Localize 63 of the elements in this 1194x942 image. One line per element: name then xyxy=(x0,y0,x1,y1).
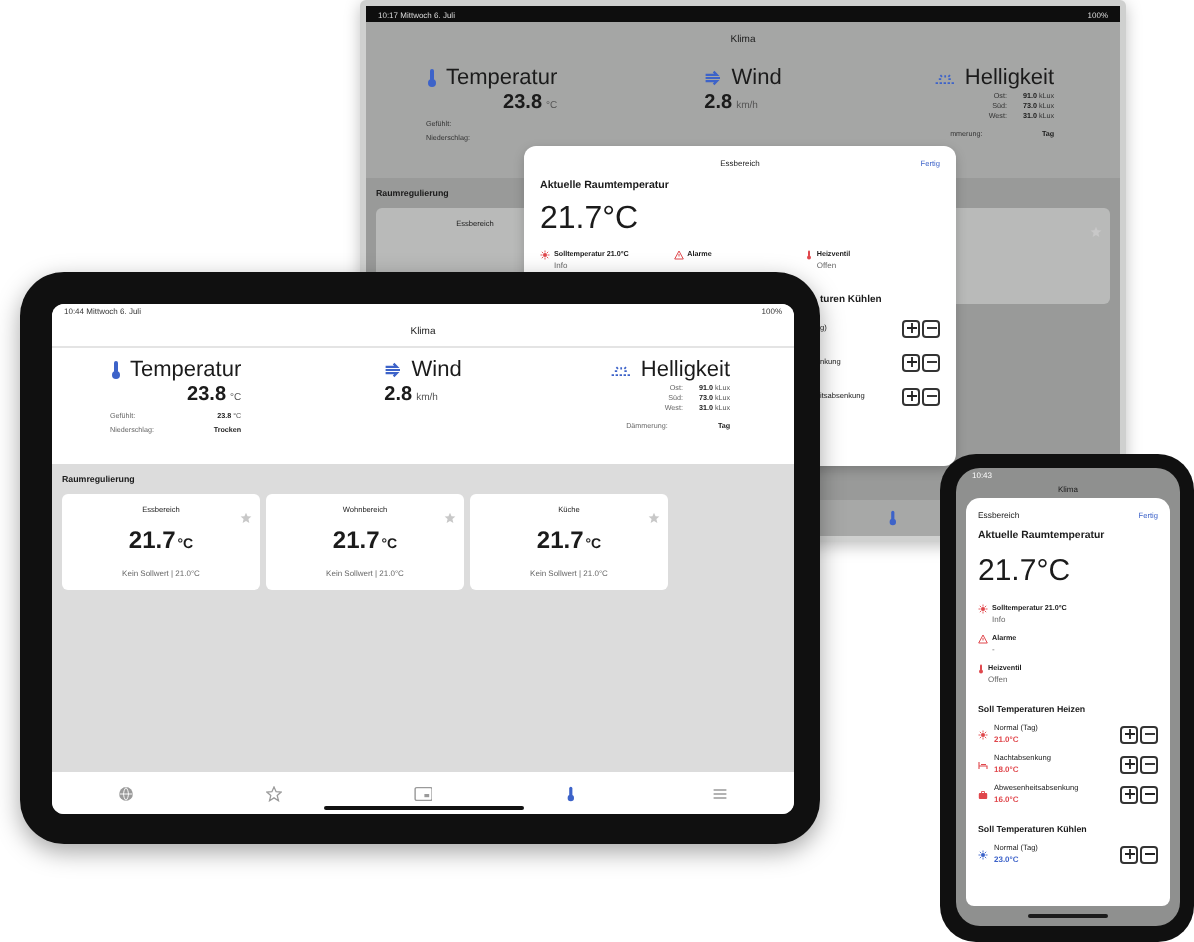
minus-icon xyxy=(1143,762,1155,766)
minus-icon xyxy=(925,360,937,364)
thermometer-icon xyxy=(426,68,438,88)
minus-button[interactable] xyxy=(1140,845,1158,863)
bed-icon xyxy=(978,759,988,769)
sun-icon xyxy=(540,250,550,260)
screen-icon xyxy=(413,785,433,801)
plus-button[interactable] xyxy=(902,353,920,371)
list-icon xyxy=(711,785,728,801)
wind-icon xyxy=(704,70,724,86)
thermometer-icon xyxy=(978,664,984,674)
minus-icon xyxy=(1143,852,1155,856)
minus-button[interactable] xyxy=(922,353,940,371)
minus-icon xyxy=(1143,792,1155,796)
star-icon[interactable] xyxy=(444,512,456,524)
thermometer-icon xyxy=(110,360,122,380)
minus-button[interactable] xyxy=(1140,725,1158,743)
minus-icon xyxy=(925,326,937,330)
plus-button[interactable] xyxy=(1120,845,1138,863)
warning-icon xyxy=(978,634,988,644)
star-icon[interactable] xyxy=(240,512,252,524)
plus-icon xyxy=(1123,758,1135,770)
minus-button[interactable] xyxy=(1140,755,1158,773)
wind-icon xyxy=(384,362,404,378)
plus-icon xyxy=(1123,788,1135,800)
tab-button[interactable] xyxy=(411,783,435,803)
sun-icon xyxy=(978,849,988,859)
wind-title: Wind xyxy=(411,358,462,382)
star-icon xyxy=(266,785,283,801)
plus-button[interactable] xyxy=(902,387,920,405)
minus-icon xyxy=(925,394,937,398)
sun-icon xyxy=(978,729,988,739)
plus-icon xyxy=(1123,728,1135,740)
tab-button[interactable] xyxy=(564,783,579,803)
globe-icon xyxy=(118,785,135,801)
minus-button[interactable] xyxy=(1140,785,1158,803)
tab-button[interactable] xyxy=(264,783,285,803)
temperature-value: 21.7°C xyxy=(978,554,1073,588)
thermometer-icon xyxy=(888,510,899,526)
plus-icon xyxy=(905,356,917,368)
brightness-title: Helligkeit xyxy=(640,358,731,382)
minus-button[interactable] xyxy=(922,387,940,405)
plus-button[interactable] xyxy=(902,319,920,337)
plus-icon xyxy=(1123,848,1135,860)
thermometer-icon xyxy=(806,250,813,260)
sun-icon xyxy=(978,604,988,614)
plus-button[interactable] xyxy=(1120,755,1138,773)
brightness-title: Helligkeit xyxy=(964,66,1055,90)
plus-icon xyxy=(905,322,917,334)
plus-button[interactable] xyxy=(1120,725,1138,743)
temperature-title: Temperatur xyxy=(130,358,242,382)
minus-button[interactable] xyxy=(922,319,940,337)
temperature-title: Temperatur xyxy=(446,66,558,90)
thermometer-icon xyxy=(566,785,577,801)
minus-icon xyxy=(1143,732,1155,736)
sun-rays-icon xyxy=(934,71,957,85)
warning-icon xyxy=(673,250,684,260)
plus-button[interactable] xyxy=(1120,785,1138,803)
star-icon[interactable] xyxy=(648,512,660,524)
sun-rays-icon xyxy=(610,363,633,377)
wind-title: Wind xyxy=(731,66,782,90)
plus-icon xyxy=(905,390,917,402)
suitcase-icon xyxy=(978,789,988,799)
